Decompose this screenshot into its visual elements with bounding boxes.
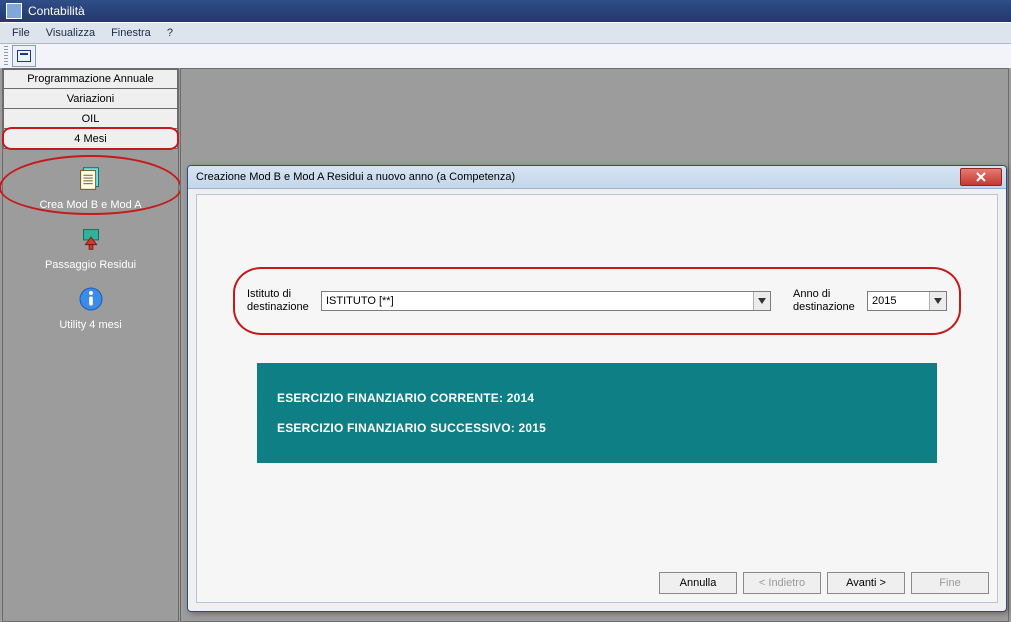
destination-row: Istituto di destinazione ISTITUTO [**] A… bbox=[247, 273, 947, 329]
sidebar-item-label: Utility 4 mesi bbox=[59, 319, 121, 331]
finish-button[interactable]: Fine bbox=[911, 572, 989, 594]
sidebar-btn-programmazione[interactable]: Programmazione Annuale bbox=[3, 69, 178, 89]
sidebar-items: Crea Mod B e Mod A Passaggio Residui bbox=[3, 149, 178, 343]
wizard-dialog: Creazione Mod B e Mod A Residui a nuovo … bbox=[187, 165, 1007, 612]
wizard-buttons: Annulla < Indietro Avanti > Fine bbox=[659, 572, 989, 594]
label-line1: Anno di bbox=[793, 288, 830, 300]
istituto-label: Istituto di destinazione bbox=[247, 288, 321, 314]
label-line2: destinazione bbox=[247, 301, 309, 313]
transfer-icon bbox=[75, 223, 107, 255]
istituto-combo[interactable]: ISTITUTO [**] bbox=[321, 291, 771, 311]
sidebar-item-label: Passaggio Residui bbox=[45, 259, 136, 271]
sidebar-btn-variazioni[interactable]: Variazioni bbox=[3, 89, 178, 109]
info-icon bbox=[75, 283, 107, 315]
anno-combo[interactable]: 2015 bbox=[867, 291, 947, 311]
menu-help[interactable]: ? bbox=[159, 25, 181, 41]
app-icon bbox=[6, 3, 22, 19]
close-icon bbox=[976, 172, 986, 182]
toolbar-button[interactable] bbox=[12, 45, 36, 67]
app-title: Contabilità bbox=[28, 4, 85, 18]
next-button[interactable]: Avanti > bbox=[827, 572, 905, 594]
menu-file[interactable]: File bbox=[4, 25, 38, 41]
dialog-titlebar: Creazione Mod B e Mod A Residui a nuovo … bbox=[188, 166, 1006, 189]
istituto-value: ISTITUTO [**] bbox=[326, 295, 394, 307]
dialog-body: Istituto di destinazione ISTITUTO [**] A… bbox=[196, 194, 998, 603]
menu-finestra[interactable]: Finestra bbox=[103, 25, 159, 41]
sidebar-item-crea-mod[interactable]: Crea Mod B e Mod A bbox=[39, 163, 141, 211]
banner-line-current: ESERCIZIO FINANZIARIO CORRENTE: 2014 bbox=[277, 391, 917, 405]
exercise-banner: ESERCIZIO FINANZIARIO CORRENTE: 2014 ESE… bbox=[257, 363, 937, 463]
anno-value: 2015 bbox=[872, 295, 896, 307]
dialog-close-button[interactable] bbox=[960, 168, 1002, 186]
titlebar: Contabilità bbox=[0, 0, 1011, 22]
sidebar-item-label: Crea Mod B e Mod A bbox=[39, 199, 141, 211]
menubar: File Visualizza Finestra ? bbox=[0, 22, 1011, 44]
menu-visualizza[interactable]: Visualizza bbox=[38, 25, 103, 41]
sidebar-item-passaggio[interactable]: Passaggio Residui bbox=[45, 223, 136, 271]
documents-icon bbox=[74, 163, 106, 195]
label-line1: Istituto di bbox=[247, 288, 291, 300]
back-button[interactable]: < Indietro bbox=[743, 572, 821, 594]
chevron-down-icon bbox=[929, 292, 946, 310]
toolbar-grip bbox=[4, 46, 8, 66]
label-line2: destinazione bbox=[793, 301, 855, 313]
anno-label: Anno di destinazione bbox=[793, 288, 867, 314]
sidebar-item-utility[interactable]: Utility 4 mesi bbox=[59, 283, 121, 331]
sidebar: Programmazione Annuale Variazioni OIL 4 … bbox=[2, 68, 179, 622]
form-icon bbox=[17, 50, 31, 62]
cancel-button[interactable]: Annulla bbox=[659, 572, 737, 594]
dialog-title: Creazione Mod B e Mod A Residui a nuovo … bbox=[196, 171, 515, 183]
sidebar-btn-oil[interactable]: OIL bbox=[3, 109, 178, 129]
chevron-down-icon bbox=[753, 292, 770, 310]
sidebar-btn-4mesi[interactable]: 4 Mesi bbox=[3, 129, 178, 149]
banner-line-next: ESERCIZIO FINANZIARIO SUCCESSIVO: 2015 bbox=[277, 421, 917, 435]
